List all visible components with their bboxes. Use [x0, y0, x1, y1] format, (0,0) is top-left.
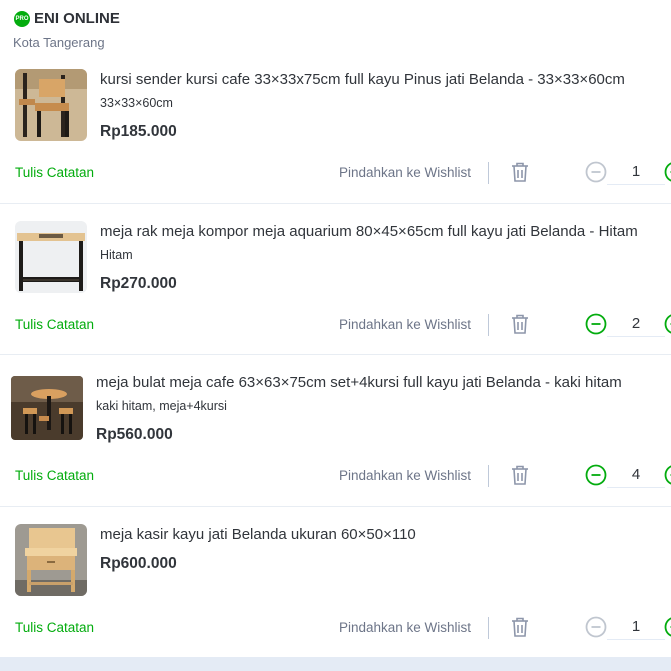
product-price: Rp600.000 — [100, 555, 177, 572]
decrease-quantity-button[interactable] — [585, 313, 607, 335]
section-separator — [0, 657, 671, 671]
trash-icon[interactable] — [510, 464, 530, 486]
write-note-link[interactable]: Tulis Catatan — [15, 468, 94, 483]
write-note-link[interactable]: Tulis Catatan — [15, 620, 94, 635]
trash-icon[interactable] — [510, 616, 530, 638]
write-note-link[interactable]: Tulis Catatan — [15, 317, 94, 332]
trash-icon[interactable] — [510, 313, 530, 335]
product-image[interactable] — [15, 69, 87, 141]
product-image[interactable] — [11, 376, 83, 440]
product-variant: kaki hitam, meja+4kursi — [96, 399, 227, 413]
product-image[interactable] — [15, 221, 87, 293]
quantity-input[interactable]: 4 — [607, 463, 665, 488]
shop-name[interactable]: ENI ONLINE — [34, 10, 120, 27]
move-to-wishlist-button[interactable]: Pindahkan ke Wishlist — [339, 317, 471, 332]
increase-quantity-button[interactable] — [664, 464, 671, 486]
item-divider — [0, 506, 671, 507]
product-title[interactable]: meja rak meja kompor meja aquarium 80×45… — [100, 223, 660, 240]
product-title[interactable]: meja kasir kayu jati Belanda ukuran 60×5… — [100, 526, 660, 543]
shop-header: PRO ENI ONLINE Kota Tangerang — [0, 0, 671, 58]
product-variant: Hitam — [100, 248, 133, 262]
quantity-input[interactable]: 2 — [607, 312, 665, 337]
move-to-wishlist-button[interactable]: Pindahkan ke Wishlist — [339, 620, 471, 635]
quantity-input[interactable]: 1 — [607, 160, 665, 185]
product-variant: 33×33×60cm — [100, 96, 173, 110]
product-price: Rp270.000 — [100, 275, 177, 292]
increase-quantity-button[interactable] — [664, 313, 671, 335]
divider — [488, 162, 489, 184]
divider — [488, 465, 489, 487]
pro-badge-icon: PRO — [14, 11, 30, 27]
shop-city: Kota Tangerang — [13, 35, 105, 50]
product-title[interactable]: meja bulat meja cafe 63×63×75cm set+4kur… — [96, 374, 656, 391]
decrease-quantity-button[interactable] — [585, 464, 607, 486]
product-price: Rp185.000 — [100, 123, 177, 140]
product-title[interactable]: kursi sender kursi cafe 33×33x75cm full … — [100, 71, 660, 88]
move-to-wishlist-button[interactable]: Pindahkan ke Wishlist — [339, 468, 471, 483]
item-divider — [0, 354, 671, 355]
increase-quantity-button[interactable] — [664, 616, 671, 638]
divider — [488, 314, 489, 336]
item-divider — [0, 203, 671, 204]
product-image[interactable] — [15, 524, 87, 596]
quantity-input[interactable]: 1 — [607, 615, 665, 640]
product-price: Rp560.000 — [96, 426, 173, 443]
decrease-quantity-button[interactable] — [585, 616, 607, 638]
trash-icon[interactable] — [510, 161, 530, 183]
move-to-wishlist-button[interactable]: Pindahkan ke Wishlist — [339, 165, 471, 180]
decrease-quantity-button[interactable] — [585, 161, 607, 183]
write-note-link[interactable]: Tulis Catatan — [15, 165, 94, 180]
increase-quantity-button[interactable] — [664, 161, 671, 183]
divider — [488, 617, 489, 639]
